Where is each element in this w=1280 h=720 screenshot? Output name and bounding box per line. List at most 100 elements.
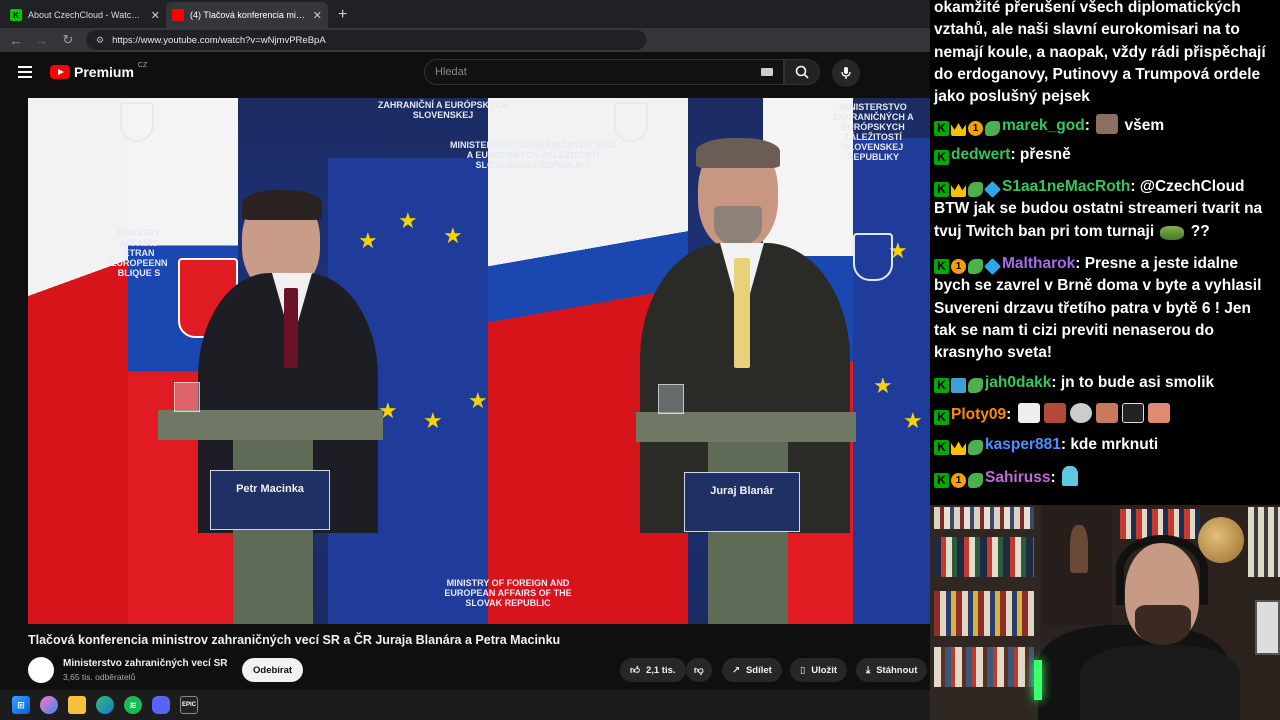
chat-username[interactable]: Ploty09 (951, 406, 1006, 423)
copilot-icon[interactable] (40, 696, 58, 714)
chat-text: přesně (1019, 145, 1071, 163)
youtube-header: Premium CZ Hledat (0, 52, 930, 92)
video-player[interactable]: ★ ★ ★ ★ ★ ★ ★ ★ ★ ZAHRANIČNÍ A EURÓPSKYC… (28, 98, 930, 624)
nameplate-right-text: Juraj Blanár (710, 485, 774, 497)
close-tab-icon[interactable]: ✕ (313, 9, 322, 22)
edge-icon[interactable] (96, 696, 114, 714)
streamer-beard (1135, 605, 1191, 645)
download-button[interactable]: ⤓ Stáhnout (856, 658, 928, 682)
keyboard-icon[interactable] (761, 68, 773, 76)
gem-badge-icon (968, 378, 983, 394)
youtube-logo[interactable]: Premium CZ (50, 62, 147, 80)
stream-chat: okamžité přerušení všech diplomatických … (930, 0, 1280, 505)
slovak-coat-of-arms-icon (120, 102, 154, 142)
nameplate-left-text: Petr Macinka (236, 483, 304, 495)
microphone-icon (841, 67, 851, 79)
chat-username[interactable]: Sahiruss (985, 469, 1050, 486)
epic-games-icon[interactable]: EPIC (180, 696, 198, 714)
speaker-left-tie (284, 288, 298, 368)
reload-icon[interactable]: ↻ (60, 32, 76, 48)
cube-badge-icon (984, 257, 1001, 275)
bookmark-icon: ▯ (800, 664, 806, 676)
windows-start-icon[interactable]: ⊞ (12, 696, 30, 714)
wall-text-left: MINISTRY AFFAIRS ÉTRAN EUROPEENN BLIQUE … (110, 228, 168, 278)
browser-window: K About CzechCloud - Watch Live on ✕ (4)… (0, 0, 930, 690)
eu-star-icon: ★ (468, 388, 488, 413)
spotify-icon[interactable]: ≋ (124, 696, 142, 714)
youtube-favicon-icon (172, 9, 184, 21)
channel-name[interactable]: Ministerstvo zahraničných vecí SR (63, 658, 228, 669)
emote-icon (1017, 402, 1040, 423)
twitch-k-badge-icon: K (934, 409, 949, 425)
url-field[interactable]: ⚙ https://www.youtube.com/watch?v=wNjmvP… (86, 30, 646, 50)
save-button[interactable]: ▯ Uložit (790, 658, 848, 682)
address-bar: ← → ↻ ⚙ https://www.youtube.com/watch?v=… (0, 28, 930, 52)
books-row (934, 647, 1034, 687)
chat-username[interactable]: S1aa1neMacRoth (1002, 178, 1130, 195)
emote-icon (1096, 114, 1119, 135)
share-icon: ↗ (732, 664, 740, 676)
chat-message-continued: okamžité přerušení všech diplomatických … (934, 0, 1266, 106)
chat-username[interactable]: marek_god (1002, 117, 1085, 134)
twitch-k-badge-icon: K (934, 149, 949, 165)
chat-suffix: ?? (1190, 222, 1210, 240)
wall-text-top-right: MINISTERSTVO ZAHRANIČNÝCH A EURÓPSKYCH Z… (832, 102, 914, 162)
gem-badge-icon (985, 121, 1000, 137)
chat-username[interactable]: kasper881 (985, 436, 1061, 453)
subscriber-count: 3,65 tis. odběratelů (63, 672, 136, 682)
dislike-button[interactable]: 👎︎ (686, 658, 712, 682)
emote-icon (1121, 402, 1144, 423)
tab-czechcloud[interactable]: K About CzechCloud - Watch Live on ✕ (4, 2, 166, 28)
site-info-icon[interactable]: ⚙ (96, 35, 104, 46)
new-tab-icon[interactable]: + (328, 6, 357, 28)
tab-youtube[interactable]: (4) Tlačová konferencia ministrov ✕ (166, 2, 328, 28)
czech-flag-left (28, 98, 138, 624)
chat-text: kde mrknuti (1070, 436, 1159, 454)
speaker-left-hair (242, 190, 322, 220)
channel-avatar[interactable] (28, 657, 54, 683)
chat-username[interactable]: Maltharok (1002, 255, 1075, 272)
discord-icon[interactable] (152, 696, 170, 714)
figure-decor (1070, 525, 1088, 573)
books-row (1248, 507, 1280, 577)
like-button[interactable]: 👍︎ 2,1 tis. (620, 658, 686, 682)
search-input[interactable]: Hledat (424, 59, 784, 85)
search-button[interactable] (784, 59, 820, 85)
podium-right-stand (708, 442, 788, 624)
one-badge-icon: 1 (951, 473, 966, 489)
chat-username[interactable]: jah0dakk (985, 374, 1051, 391)
chat-message: K1 marek_god: všem (934, 114, 1276, 137)
wall-text-center: MINISTERSTVO ZAHRANIČNÝCH VECÍ A EURÓPSK… (449, 140, 616, 170)
search-placeholder: Hledat (435, 66, 467, 78)
tab-strip: K About CzechCloud - Watch Live on ✕ (4)… (0, 0, 930, 28)
download-label: Stáhnout (876, 664, 918, 676)
slovak-coat-of-arms-icon (853, 233, 893, 281)
twitch-k-badge-icon: K (934, 182, 949, 198)
gem-badge-icon (968, 473, 983, 489)
forward-icon[interactable]: → (34, 33, 50, 48)
taskbar: ⊞ ≋ EPIC (0, 690, 930, 720)
subscribe-button[interactable]: Odebírat (242, 658, 304, 682)
chat-message: K Ploty09: (934, 402, 1276, 426)
chat-message: K S1aa1neMacRoth: @CzechCloud BTW jak se… (934, 178, 1263, 240)
badges: K (934, 378, 983, 394)
chat-username[interactable]: dedwert (951, 146, 1010, 163)
tab-title: (4) Tlačová konferencia ministrov (190, 10, 307, 20)
share-button[interactable]: ↗ Sdílet (722, 658, 782, 682)
eu-star-icon: ★ (423, 408, 443, 433)
voice-search-button[interactable] (832, 59, 860, 87)
twitch-k-badge-icon: K (934, 378, 949, 394)
chat-message: K kasper881: kde mrknuti (934, 434, 1276, 456)
emote-icon (1147, 402, 1170, 423)
eu-star-icon: ★ (358, 228, 378, 253)
file-explorer-icon[interactable] (68, 696, 86, 714)
chat-message: K jah0dakk: jn to bude asi smolik (934, 372, 1276, 394)
menu-icon[interactable] (18, 66, 32, 78)
chat-message: Kdedwert: přesně (934, 144, 1276, 166)
back-icon[interactable]: ← (8, 33, 24, 48)
share-label: Sdílet (745, 664, 772, 676)
search-icon (795, 65, 809, 79)
twitch-k-badge-icon: K (934, 473, 949, 489)
streamer-body (1080, 645, 1240, 720)
close-tab-icon[interactable]: ✕ (151, 9, 160, 22)
